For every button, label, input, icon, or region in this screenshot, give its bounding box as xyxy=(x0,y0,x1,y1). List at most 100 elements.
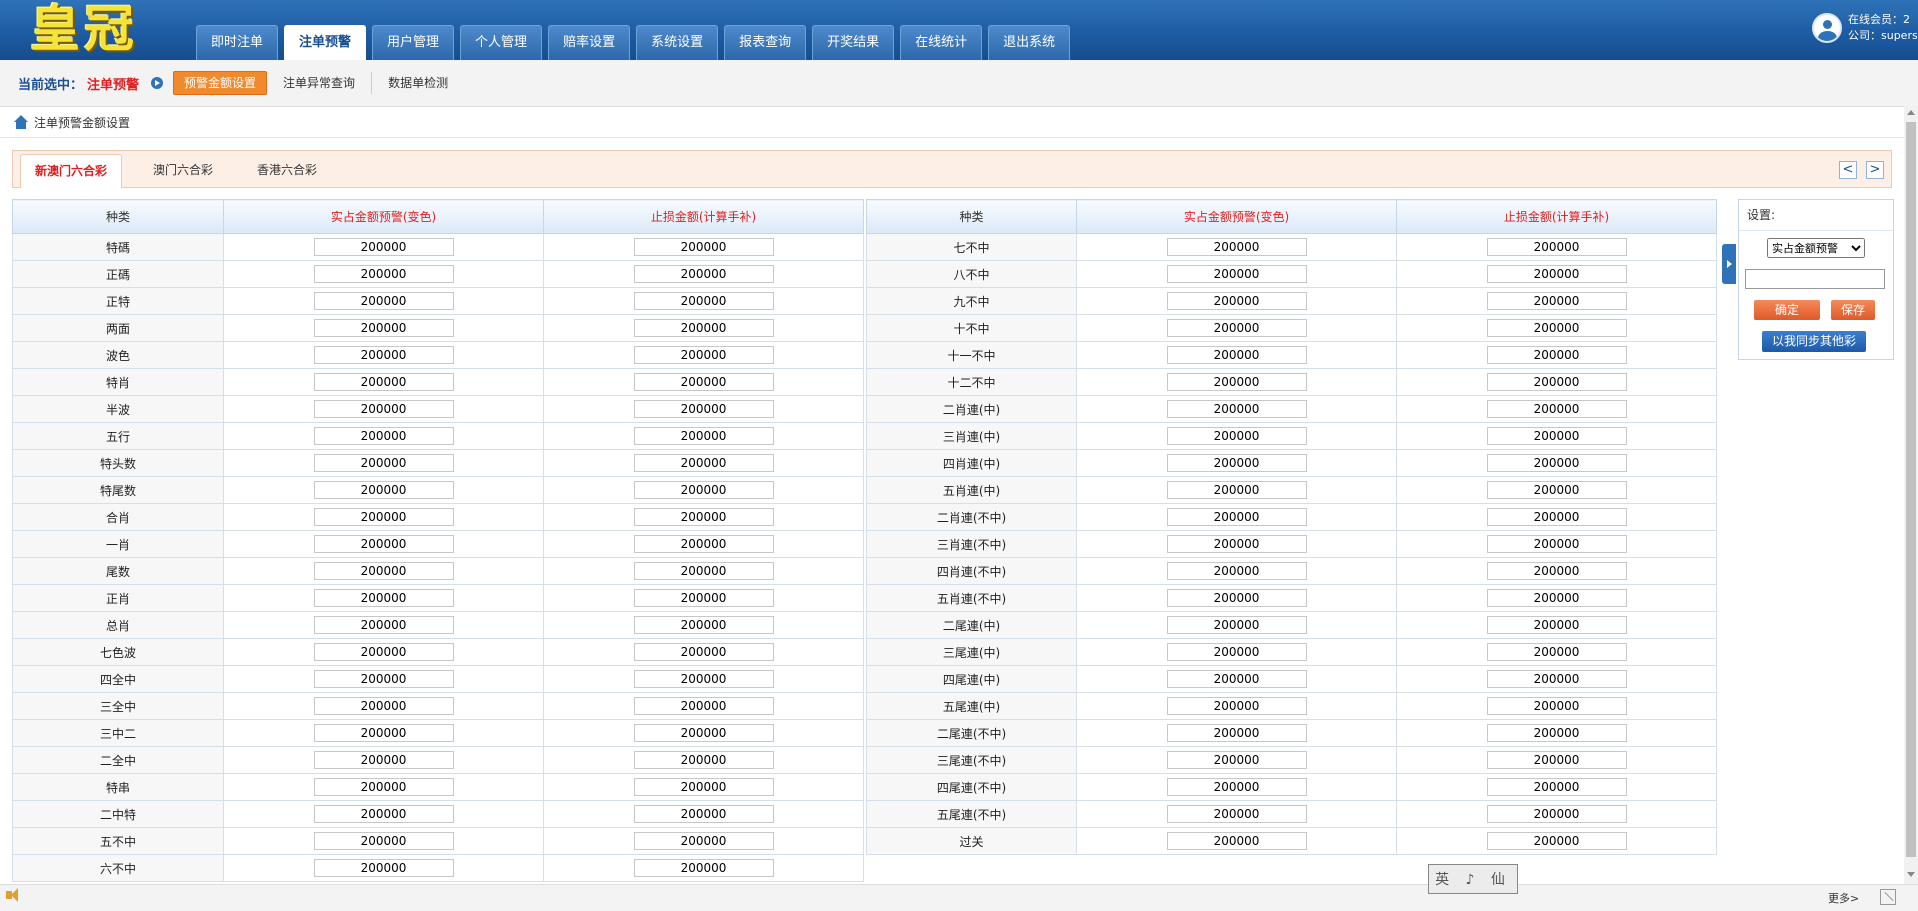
warning-amount-input[interactable] xyxy=(313,427,454,445)
stoploss-amount-input[interactable] xyxy=(1486,724,1627,742)
warning-amount-input[interactable] xyxy=(313,562,454,580)
warning-amount-input[interactable] xyxy=(313,481,454,499)
stoploss-amount-input[interactable] xyxy=(633,562,774,580)
settings-value-input[interactable] xyxy=(1745,269,1885,289)
warning-amount-input[interactable] xyxy=(1166,562,1307,580)
stoploss-amount-input[interactable] xyxy=(633,670,774,688)
warning-amount-input[interactable] xyxy=(1166,508,1307,526)
warning-amount-input[interactable] xyxy=(1166,427,1307,445)
scroll-thumb[interactable] xyxy=(1906,122,1916,857)
stoploss-amount-input[interactable] xyxy=(633,751,774,769)
stoploss-amount-input[interactable] xyxy=(1486,292,1627,310)
stoploss-amount-input[interactable] xyxy=(633,724,774,742)
warning-amount-input[interactable] xyxy=(313,805,454,823)
stoploss-amount-input[interactable] xyxy=(1486,589,1627,607)
nav-item-9[interactable]: 退出系统 xyxy=(988,25,1071,60)
stoploss-amount-input[interactable] xyxy=(1486,346,1627,364)
stoploss-amount-input[interactable] xyxy=(633,589,774,607)
warning-amount-input[interactable] xyxy=(313,832,454,850)
warning-amount-input[interactable] xyxy=(313,751,454,769)
nav-item-2[interactable]: 用户管理 xyxy=(372,25,455,60)
warning-amount-input[interactable] xyxy=(1166,697,1307,715)
warning-amount-input[interactable] xyxy=(1166,778,1307,796)
warning-amount-input[interactable] xyxy=(313,670,454,688)
stoploss-amount-input[interactable] xyxy=(633,319,774,337)
nav-item-8[interactable]: 在线统计 xyxy=(900,25,983,60)
stoploss-amount-input[interactable] xyxy=(633,508,774,526)
nav-item-5[interactable]: 系统设置 xyxy=(636,25,719,60)
warning-amount-input[interactable] xyxy=(313,454,454,472)
stoploss-amount-input[interactable] xyxy=(633,346,774,364)
tab-new-macau[interactable]: 新澳门六合彩 xyxy=(20,154,123,189)
warning-amount-input[interactable] xyxy=(313,400,454,418)
stoploss-amount-input[interactable] xyxy=(633,373,774,391)
confirm-button[interactable]: 确定 xyxy=(1754,300,1820,320)
stoploss-amount-input[interactable] xyxy=(1486,238,1627,256)
stoploss-amount-input[interactable] xyxy=(633,292,774,310)
warning-amount-input[interactable] xyxy=(1166,319,1307,337)
sync-other-lottery-button[interactable]: 以我同步其他彩 xyxy=(1762,331,1866,352)
warning-amount-input[interactable] xyxy=(1166,724,1307,742)
stoploss-amount-input[interactable] xyxy=(633,238,774,256)
warning-amount-input[interactable] xyxy=(1166,751,1307,769)
warning-amount-input[interactable] xyxy=(1166,346,1307,364)
warning-amount-input[interactable] xyxy=(1166,805,1307,823)
next-page-button[interactable]: > xyxy=(1866,161,1884,179)
tab-macau[interactable]: 澳门六合彩 xyxy=(153,153,213,187)
warning-amount-input[interactable] xyxy=(1166,454,1307,472)
settings-type-select[interactable]: 实占金额预警 xyxy=(1767,238,1865,258)
stoploss-amount-input[interactable] xyxy=(1486,481,1627,499)
resize-icon[interactable] xyxy=(1880,889,1896,905)
nav-item-3[interactable]: 个人管理 xyxy=(460,25,543,60)
nav-item-1[interactable]: 注单预警 xyxy=(284,25,367,61)
ime-toolbar[interactable]: 英 ♪ 仙 xyxy=(1428,864,1518,894)
warning-amount-input[interactable] xyxy=(313,265,454,283)
scroll-up-icon[interactable] xyxy=(1907,110,1915,115)
stoploss-amount-input[interactable] xyxy=(633,400,774,418)
warning-amount-input[interactable] xyxy=(313,373,454,391)
stoploss-amount-input[interactable] xyxy=(1486,670,1627,688)
warning-amount-input[interactable] xyxy=(313,697,454,715)
warning-amount-input[interactable] xyxy=(1166,400,1307,418)
stoploss-amount-input[interactable] xyxy=(1486,805,1627,823)
warning-amount-input[interactable] xyxy=(313,292,454,310)
warning-amount-input[interactable] xyxy=(1166,616,1307,634)
stoploss-amount-input[interactable] xyxy=(633,454,774,472)
stoploss-amount-input[interactable] xyxy=(633,427,774,445)
collapse-panel-button[interactable] xyxy=(1722,244,1736,284)
warning-amount-input[interactable] xyxy=(1166,265,1307,283)
stoploss-amount-input[interactable] xyxy=(633,616,774,634)
prev-page-button[interactable]: < xyxy=(1839,161,1857,179)
stoploss-amount-input[interactable] xyxy=(633,643,774,661)
stoploss-amount-input[interactable] xyxy=(1486,265,1627,283)
warning-amount-input[interactable] xyxy=(1166,589,1307,607)
stoploss-amount-input[interactable] xyxy=(633,481,774,499)
nav-item-6[interactable]: 报表查询 xyxy=(724,25,807,60)
warning-amount-input[interactable] xyxy=(313,778,454,796)
subtab-data-check[interactable]: 数据单检测 xyxy=(372,72,464,94)
stoploss-amount-input[interactable] xyxy=(1486,562,1627,580)
stoploss-amount-input[interactable] xyxy=(1486,778,1627,796)
subtab-warning-amount[interactable]: 预警金额设置 xyxy=(173,71,268,95)
stoploss-amount-input[interactable] xyxy=(633,697,774,715)
stoploss-amount-input[interactable] xyxy=(1486,508,1627,526)
stoploss-amount-input[interactable] xyxy=(633,832,774,850)
warning-amount-input[interactable] xyxy=(313,859,454,877)
nav-item-4[interactable]: 赔率设置 xyxy=(548,25,631,60)
page-scrollbar[interactable] xyxy=(1904,106,1918,884)
warning-amount-input[interactable] xyxy=(313,724,454,742)
warning-amount-input[interactable] xyxy=(313,589,454,607)
scroll-down-icon[interactable] xyxy=(1907,872,1915,877)
home-icon[interactable] xyxy=(14,115,28,129)
stoploss-amount-input[interactable] xyxy=(1486,751,1627,769)
nav-item-7[interactable]: 开奖结果 xyxy=(812,25,895,60)
subtab-abnormal-query[interactable]: 注单异常查询 xyxy=(267,72,373,94)
warning-amount-input[interactable] xyxy=(1166,643,1307,661)
stoploss-amount-input[interactable] xyxy=(1486,697,1627,715)
stoploss-amount-input[interactable] xyxy=(1486,427,1627,445)
warning-amount-input[interactable] xyxy=(1166,535,1307,553)
tab-hongkong[interactable]: 香港六合彩 xyxy=(257,153,317,187)
warning-amount-input[interactable] xyxy=(1166,238,1307,256)
warning-amount-input[interactable] xyxy=(313,319,454,337)
warning-amount-input[interactable] xyxy=(1166,832,1307,850)
